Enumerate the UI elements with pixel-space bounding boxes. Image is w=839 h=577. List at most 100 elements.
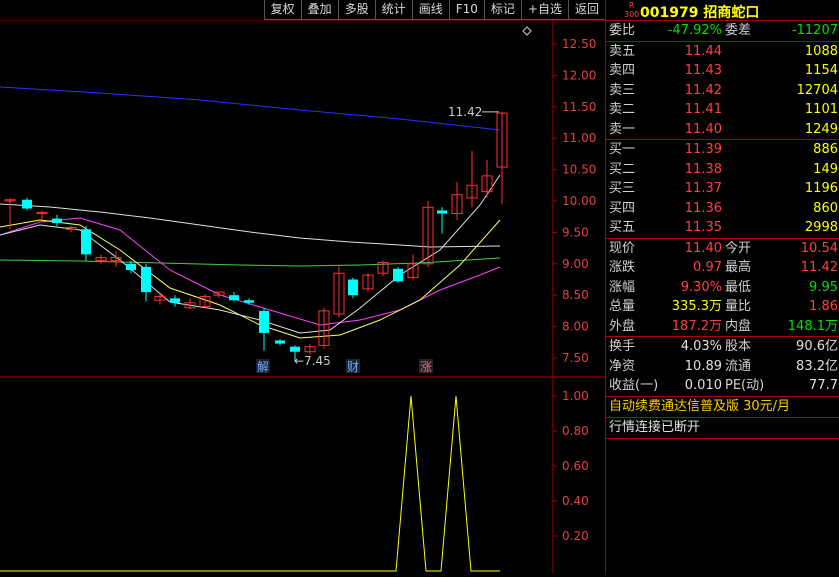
buys-row[interactable]: 买一 11.39 886 [606,140,839,160]
stats1-value: 9.95 [809,279,838,295]
stats2-label: 股本 [725,339,752,354]
stats1-row: 现价 11.40 今开 10.54 [606,239,839,259]
toolbar-button-5[interactable]: F10 [448,0,484,20]
buys-label: 买五 [609,220,636,235]
indicator-tick-label: 0.40 [562,494,589,508]
low-price-label: ←7.45 [294,354,331,368]
kline-chart-svg[interactable]: 12.50 12.00 11.50 11.00 10.50 10.00 9.50 9.00 8.… [0,19,605,573]
stats1-value: 1.86 [809,299,838,314]
buys-row[interactable]: 买二 11.38 149 [606,160,839,180]
candle-body-down [393,268,403,282]
buys-row[interactable]: 买三 11.37 1196 [606,179,839,199]
sells-label: 卖一 [609,121,636,137]
weibi-row: 委比 -47.92% 委差 -11207 [606,21,839,41]
ma-line-short [0,174,501,334]
sells-row[interactable]: 卖一 11.40 1249 [606,120,839,140]
candle-body-down [275,340,285,344]
sells-price: 11.44 [684,43,722,59]
stats1-value: 11.40 [684,240,722,256]
buys-price: 11.38 [684,161,722,177]
stock-code-name: 001979 招商蛇口 [640,5,760,21]
quote-panel: R 300 001979 招商蛇口 委比 -47.92% 委差 -11207 卖… [605,0,839,573]
candle-body-down [437,210,447,214]
stats2-label: 流通 [725,358,752,374]
ma-line-magenta [0,217,501,326]
stats1-label: 最低 [725,279,752,295]
price-tick-label: 11.50 [562,100,596,114]
stats1-label: 今开 [725,240,752,256]
price-tick-label: 12.00 [562,68,596,82]
price-tick-label: 9.00 [562,257,589,271]
stats2-row: 收益(一) 0.010 PE(动) 77.7 [606,376,839,396]
badge-bottom: 300 [624,10,640,19]
candle-body-down [141,266,151,293]
stats2-value: 83.2亿 [796,358,838,374]
candle-body-down [259,310,269,333]
sells-volume: 1154 [804,63,838,78]
buys-price: 11.35 [684,220,722,235]
sells-label: 卖五 [609,43,636,59]
candle-body-down [244,300,254,303]
weicha-label: 委差 [725,23,752,38]
toolbar-button-7[interactable]: +自选 [520,0,568,20]
stats1-value: 187.2万 [671,318,722,334]
candle-body-down [81,229,91,255]
sells-row[interactable]: 卖三 11.42 12704 [606,81,839,101]
connection-status: 行情连接已断开 [606,418,839,439]
stats2-label: 收益(一) [609,378,659,393]
price-tick-label: 12.50 [562,37,596,51]
sells-price: 11.42 [684,82,722,98]
candle-body-down [348,279,358,296]
kline-chart-area[interactable]: 12.50 12.00 11.50 11.00 10.50 10.00 9.50 9.00 8.… [0,19,605,573]
stats1-value: 148.1万 [787,318,838,334]
stock-title-bar: R 300 001979 招商蛇口 [606,0,839,21]
sells-label: 卖四 [609,63,636,78]
buy-orders: 买一 11.39 886 买二 11.38 149 买三 11.37 1196 买四 11.36 86… [606,139,839,238]
price-tick-label: 7.50 [562,351,589,365]
chart-toolbar: 复权 叠加 多股 统计 画线 F10 标记 +自选 返回 [263,0,605,20]
sells-row[interactable]: 卖四 11.43 1154 [606,61,839,81]
candle-body-down [170,298,180,303]
promo-link[interactable]: 自动续费通达信普及版 30元/月 [606,395,839,418]
stats2-label: 换手 [609,339,636,354]
sells-row[interactable]: 卖五 11.44 1088 [606,42,839,62]
price-tick-label: 10.00 [562,194,596,208]
toolbar-button-4[interactable]: 画线 [411,0,449,20]
ma-line-white [0,203,501,248]
price-tick-label: 8.00 [562,320,589,334]
price-tick-label: 9.50 [562,225,589,239]
sells-label: 卖二 [609,102,636,117]
buys-label: 买四 [609,200,636,216]
price-stats: 现价 11.40 今开 10.54 涨跌 0.97 最高 11.42 涨幅 9.30% 最低 9.95… [606,237,839,337]
sell-orders: 卖五 11.44 1088 卖四 11.43 1154 卖三 11.42 12704 卖二 11.4… [606,40,839,140]
buys-row[interactable]: 买五 11.35 2998 [606,218,839,238]
indicator-tick-label: 1.00 [562,389,589,403]
toolbar-button-6[interactable]: 标记 [483,0,521,20]
buys-label: 买三 [609,181,636,196]
ma-line-yellow [0,219,501,339]
event-badge: 解 [257,360,269,374]
buys-row[interactable]: 买四 11.36 860 [606,199,839,219]
event-badge: 涨 [420,359,432,374]
toolbar-button-3[interactable]: 统计 [374,0,412,20]
sells-price: 11.41 [684,102,722,117]
stats1-value: 9.30% [680,279,722,295]
toolbar-button-2[interactable]: 多股 [337,0,375,20]
weibi-label: 委比 [609,23,636,38]
toolbar-button-1[interactable]: 叠加 [300,0,338,20]
toolbar-button-0[interactable]: 复权 [263,0,301,20]
stats2-value: 0.010 [684,378,722,393]
stats1-row: 涨跌 0.97 最高 11.42 [606,258,839,278]
stats1-label: 量比 [725,299,752,314]
stats2-label: PE(动) [725,378,765,393]
stats1-label: 涨幅 [609,279,636,295]
weibi-value: -47.92% [667,23,722,38]
stats2-value: 90.6亿 [796,339,838,354]
buys-price: 11.36 [684,200,722,216]
sells-label: 卖三 [609,82,636,98]
indicator-signal-line [0,395,500,572]
high-price-label: 11.42 [448,105,482,119]
sells-row[interactable]: 卖二 11.41 1101 [606,100,839,120]
toolbar-button-8[interactable]: 返回 [567,0,605,20]
board-badge: R 300 [624,1,639,19]
